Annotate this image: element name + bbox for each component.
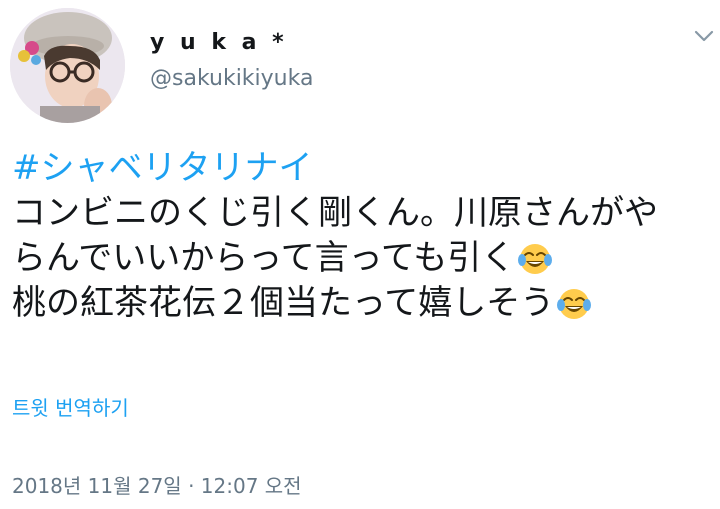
avatar[interactable] [10, 8, 125, 123]
translate-tweet-link[interactable]: 트윗 번역하기 [12, 392, 129, 421]
face-with-tears-of-joy-icon [518, 243, 553, 274]
display-name[interactable]: y u k a * [150, 30, 288, 55]
face-with-tears-of-joy-icon [557, 288, 592, 319]
tweet-line-1: コンビニのくじ引く剛くん。川原さんがや [12, 193, 658, 233]
tweet-line-2: らんでいいからって言っても引く [12, 238, 516, 278]
chevron-down-icon[interactable] [692, 24, 716, 48]
tweet-line-3: 桃の紅茶花伝２個当たって嬉しそう [12, 283, 555, 323]
tweet-timestamp[interactable]: 2018년 11월 27일 · 12:07 오전 [12, 470, 302, 499]
profile-photo [10, 8, 125, 123]
tweet-text: #シャベリタリナイ コンビニのくじ引く剛くん。川原さんがや らんでいいからって言… [12, 146, 712, 326]
hashtag-link[interactable]: #シャベリタリナイ [12, 146, 313, 191]
user-handle[interactable]: @sakukikiyuka [150, 66, 313, 91]
